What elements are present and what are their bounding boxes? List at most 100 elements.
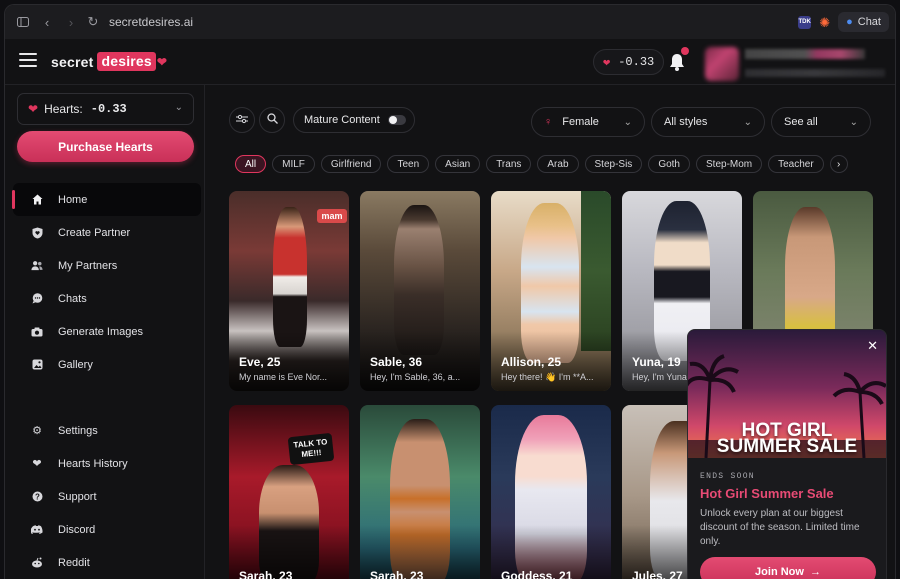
mature-content-toggle[interactable]: Mature Content	[293, 107, 415, 133]
gender-select[interactable]: ♀ Female ⌄	[531, 107, 645, 137]
heart-icon: ❤	[603, 55, 611, 70]
card-name: Goddess, 21	[501, 569, 573, 579]
chip-girlfriend[interactable]: Girlfriend	[320, 155, 382, 173]
character-card[interactable]: Sable, 36 Hey, I'm Sable, 36, a...	[360, 191, 480, 391]
sidebar-item-label: Support	[58, 490, 97, 503]
sidebar-item-label: Generate Images	[58, 325, 143, 338]
sidebar-item-reddit[interactable]: Reddit	[5, 546, 205, 579]
chat-button-label: Chat	[857, 16, 881, 28]
chat-bubble-icon	[31, 293, 43, 305]
heart-shield-icon	[31, 227, 43, 239]
browser-toolbar: ‹ › ↻ secretdesires.ai TDK ✺ ● Chat	[5, 5, 895, 39]
chat-bubble-icon: ●	[846, 16, 853, 28]
svg-text:?: ?	[35, 492, 40, 501]
card-tree	[581, 191, 611, 351]
notification-bell-icon[interactable]	[669, 53, 685, 71]
hearts-dropdown[interactable]: ❤ Hearts: -0.33 ⌄	[17, 93, 194, 125]
character-card[interactable]: Goddess, 21	[491, 405, 611, 579]
join-now-label: Join Now	[755, 566, 804, 578]
header-hearts-balance[interactable]: ❤ -0.33	[593, 49, 665, 75]
toggle-switch[interactable]	[387, 115, 406, 125]
character-card[interactable]: mam Eve, 25 My name is Eve Nor...	[229, 191, 349, 391]
chip-trans[interactable]: Trans	[486, 155, 532, 173]
sidebar: ❤ Hearts: -0.33 ⌄ Purchase Hearts Home C…	[5, 85, 205, 579]
sidebar-item-label: Gallery	[58, 358, 93, 371]
sidebar-item-label: Home	[58, 193, 88, 206]
category-chips: All MILF Girlfriend Teen Asian Trans Ara…	[235, 155, 875, 175]
notification-badge	[681, 47, 689, 55]
sidebar-item-support[interactable]: ? Support	[5, 480, 205, 513]
chip-all[interactable]: All	[235, 155, 267, 173]
sidebar-item-discord[interactable]: Discord	[5, 513, 205, 546]
sidebar-item-generate-images[interactable]: Generate Images	[5, 315, 205, 348]
card-name: Jules, 27	[632, 569, 683, 579]
sidebar-item-gallery[interactable]: Gallery	[5, 348, 205, 381]
chip-step-mom[interactable]: Step-Mom	[696, 155, 763, 173]
character-card[interactable]: Allison, 25 Hey there! 👋 I'm **A...	[491, 191, 611, 391]
summer-sale-popup: ✕ HOT GIRL SUMMER SALE ENDS SOON Hot Gir…	[687, 329, 887, 579]
email-redacted	[745, 69, 885, 77]
sidebar-item-home[interactable]: Home	[12, 183, 201, 216]
gender-select-value: Female	[562, 116, 599, 128]
username-redacted	[745, 49, 865, 59]
filter-settings-button[interactable]	[229, 107, 255, 133]
sidebar-item-chats[interactable]: Chats	[5, 282, 205, 315]
card-photo	[273, 207, 307, 347]
users-icon	[31, 260, 43, 272]
chip-asian[interactable]: Asian	[435, 155, 481, 173]
logo[interactable]: secret desires ❤	[51, 52, 167, 71]
reddit-icon	[31, 557, 43, 569]
chip-step-sis[interactable]: Step-Sis	[584, 155, 643, 173]
join-now-button[interactable]: Join Now →	[700, 557, 876, 579]
hearts-value: -0.33	[90, 102, 127, 116]
avatar[interactable]	[705, 47, 739, 81]
heart-icon: ❤	[28, 102, 39, 116]
sidebar-item-create-partner[interactable]: Create Partner	[5, 216, 205, 249]
see-all-select[interactable]: See all ⌄	[771, 107, 871, 137]
chevron-right-icon[interactable]: ›	[829, 155, 848, 173]
purchase-hearts-button[interactable]: Purchase Hearts	[17, 131, 194, 162]
help-icon: ?	[31, 491, 43, 503]
sidebar-item-hearts-history[interactable]: ❤ Hearts History	[5, 447, 205, 480]
sidebar-item-label: Hearts History	[58, 457, 128, 470]
extension-tdk-icon[interactable]: TDK	[798, 15, 812, 29]
browser-window: ‹ › ↻ secretdesires.ai TDK ✺ ● Chat secr…	[4, 4, 896, 579]
extension-burst-icon[interactable]: ✺	[819, 16, 830, 29]
sidebar-item-settings[interactable]: ⚙ Settings	[5, 414, 205, 447]
back-icon[interactable]: ‹	[37, 12, 57, 32]
sidebar-item-label: My Partners	[58, 259, 118, 272]
reload-icon[interactable]: ↻	[83, 12, 103, 32]
promo-ends-label: ENDS SOON	[700, 472, 755, 481]
chip-milf[interactable]: MILF	[272, 155, 315, 173]
female-icon: ♀	[544, 116, 553, 128]
card-sign: mam	[317, 209, 347, 223]
card-description: Hey, I'm Sable, 36, a...	[370, 372, 461, 382]
style-select[interactable]: All styles ⌄	[651, 107, 765, 137]
card-name: Sarah, 23	[239, 569, 293, 579]
sidebar-toggle-icon[interactable]	[13, 12, 33, 32]
chip-teacher[interactable]: Teacher	[768, 155, 824, 173]
chip-teen[interactable]: Teen	[387, 155, 430, 173]
mature-content-label: Mature Content	[304, 114, 380, 126]
chevron-down-icon: ⌄	[174, 102, 183, 113]
chevron-down-icon: ⌄	[623, 116, 632, 128]
promo-title: Hot Girl Summer Sale	[700, 486, 834, 501]
address-bar[interactable]: secretdesires.ai	[109, 15, 193, 29]
promo-headline-2: SUMMER SALE	[716, 436, 858, 457]
sidebar-item-label: Chats	[58, 292, 87, 305]
chip-arab[interactable]: Arab	[537, 155, 579, 173]
character-card[interactable]: Sarah, 23	[360, 405, 480, 579]
chip-goth[interactable]: Goth	[648, 155, 690, 173]
search-icon	[266, 113, 278, 127]
forward-icon[interactable]: ›	[61, 12, 81, 32]
menu-icon[interactable]	[19, 53, 37, 67]
search-button[interactable]	[259, 107, 285, 133]
character-card[interactable]: TALK TO ME!!! Sarah, 23	[229, 405, 349, 579]
home-icon	[31, 194, 43, 206]
sidebar-item-label: Reddit	[58, 556, 90, 569]
promo-banner-image: ✕ HOT GIRL SUMMER SALE	[688, 330, 886, 458]
close-icon[interactable]: ✕	[867, 338, 878, 354]
sidebar-item-my-partners[interactable]: My Partners	[5, 249, 205, 282]
card-name: Yuna, 19	[632, 355, 681, 369]
browser-chat-button[interactable]: ● Chat	[838, 12, 889, 32]
